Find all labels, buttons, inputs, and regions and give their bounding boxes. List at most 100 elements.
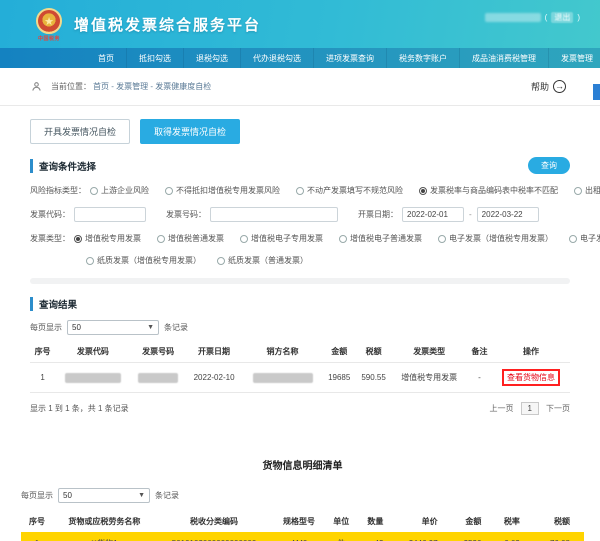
page-number-button[interactable]: 1: [521, 402, 539, 415]
radio-label: 出租不动产发票不规范: [585, 185, 600, 196]
col-tax-rate: 税率: [495, 511, 534, 532]
nav-item-refund-check[interactable]: 退税勾选: [184, 48, 241, 68]
cell-date: 2022-02-10: [186, 363, 242, 393]
radio-type-general[interactable]: 增值税普通发票: [157, 233, 224, 244]
nav-item-oil-tax-management[interactable]: 成品油消费税管理: [460, 48, 549, 68]
col-tax: 税额: [356, 341, 392, 363]
date-range-dash: -: [469, 210, 472, 219]
radio-label: 电子发票（增值税专用发票）: [449, 233, 553, 244]
invoice-type-row: 发票类型： 增值税专用发票 增值税普通发票 增值税电子专用发票 增值税电子普通发…: [30, 233, 570, 244]
detail-header-row: 序号 货物或应税劳务名称 税收分类编码 规格型号 单位 数量 单价 金额 税率 …: [21, 511, 584, 532]
nav-item-agent-refund-check[interactable]: 代办退税勾选: [241, 48, 314, 68]
radio-type-e-general[interactable]: 增值税电子普通发票: [339, 233, 422, 244]
radio-type-e-special[interactable]: 增值税电子专用发票: [240, 233, 323, 244]
radio-type-paper-general[interactable]: 纸质发票（普通发票）: [217, 255, 308, 266]
results-header-row: 序号 发票代码 发票号码 开票日期 销方名称 金额 税额 发票类型 备注 操作: [30, 341, 570, 363]
radio-label: 纸质发票（增值税专用发票）: [97, 255, 201, 266]
side-float-widget[interactable]: [593, 84, 600, 100]
radio-icon: [574, 187, 582, 195]
risk-type-label: 风险指标类型：: [30, 185, 86, 196]
breadcrumb-path[interactable]: 首页 - 发票管理 - 发票健康度自检: [93, 81, 211, 92]
cell-action: 查看货物信息: [492, 363, 570, 393]
seller-name-redacted: [253, 373, 313, 383]
detail-table-body: 1**货物15010103000000000000AM0件432446.9725…: [21, 532, 584, 541]
breadcrumb-label: 当前位置：: [51, 81, 91, 92]
col-amount: 金额: [323, 341, 356, 363]
radio-label: 不得抵扣增值税专用发票风险: [176, 185, 280, 196]
pagesize-select[interactable]: 50 ▼: [67, 320, 159, 335]
radio-label: 增值税普通发票: [168, 233, 224, 244]
chevron-down-icon: ▼: [147, 324, 154, 331]
table-cell: 5010103000000000000: [156, 532, 273, 541]
invoice-code-input[interactable]: [74, 207, 146, 222]
invoice-type-row-2: 纸质发票（增值税专用发票） 纸质发票（普通发票）: [86, 255, 570, 266]
table-row: 1**货物15010103000000000000AM0件432446.9725…: [21, 532, 584, 541]
radio-label: 增值税专用发票: [85, 233, 141, 244]
invoice-no-redacted: [138, 373, 178, 383]
col-spec: 规格型号: [272, 511, 325, 532]
col-tax-class-code: 税收分类编码: [156, 511, 273, 532]
paren-open: (: [545, 13, 548, 22]
col-quantity: 数量: [357, 511, 398, 532]
cell-tax: 590.55: [356, 363, 392, 393]
radio-icon: [217, 257, 225, 265]
radio-rent-realestate-risk[interactable]: 出租不动产发票不规范: [574, 185, 600, 196]
tab-received-invoice-check[interactable]: 取得发票情况自检: [140, 119, 240, 144]
invoice-type-label: 发票类型：: [30, 233, 70, 244]
view-goods-info-link[interactable]: 查看货物信息: [502, 369, 560, 386]
radio-non-deductible-risk[interactable]: 不得抵扣增值税专用发票风险: [165, 185, 280, 196]
radio-realestate-fill-risk[interactable]: 不动产发票填写不规范风险: [296, 185, 403, 196]
invoice-code-label: 发票代码：: [30, 209, 70, 220]
radio-icon: [240, 235, 248, 243]
radio-label: 发票税率与商品编码表中税率不匹配: [430, 185, 558, 196]
col-type: 发票类型: [391, 341, 466, 363]
table-cell: 0.03: [495, 532, 534, 541]
nav-item-tax-digital-account[interactable]: 税务数字账户: [387, 48, 460, 68]
radio-type-special[interactable]: 增值税专用发票: [74, 233, 141, 244]
date-to-input[interactable]: [477, 207, 539, 222]
prev-page-button[interactable]: 上一页: [490, 403, 514, 414]
nav-item-invoice-management[interactable]: 发票管理: [549, 48, 600, 68]
invoice-no-input[interactable]: [210, 207, 338, 222]
section-divider: [30, 278, 570, 284]
radio-label: 上游企业风险: [101, 185, 149, 196]
radio-rate-mismatch-risk[interactable]: 发票税率与商品编码表中税率不匹配: [419, 185, 558, 196]
nav-item-home[interactable]: 首页: [86, 48, 127, 68]
col-tax-amount: 税额: [534, 511, 584, 532]
invoice-fields-row: 发票代码： 发票号码： 开票日期： -: [30, 207, 570, 222]
radio-upstream-risk[interactable]: 上游企业风险: [90, 185, 149, 196]
main-nav: 首页 抵扣勾选 退税勾选 代办退税勾选 进项发票查询 税务数字账户 成品油消费税…: [0, 48, 600, 68]
nav-item-deduction-check[interactable]: 抵扣勾选: [127, 48, 184, 68]
radio-type-einvoice-general[interactable]: 电子发票（普通发票）: [569, 233, 600, 244]
cell-invoice-no: [131, 363, 186, 393]
results-summary-row: 显示 1 到 1 条，共 1 条记录 上一页 1 下一页: [30, 402, 570, 415]
col-date: 开票日期: [186, 341, 242, 363]
app-title: 增值税发票综合服务平台: [74, 14, 261, 35]
table-cell: 76.08: [534, 532, 584, 541]
help-label: 帮助: [531, 80, 549, 93]
radio-icon: [90, 187, 98, 195]
nav-item-input-invoice-query[interactable]: 进项发票查询: [314, 48, 387, 68]
risk-type-row: 风险指标类型： 上游企业风险 不得抵扣增值税专用发票风险 不动产发票填写不规范风…: [30, 185, 570, 196]
logout-link[interactable]: 退出: [551, 12, 573, 23]
cell-seq: 1: [30, 363, 55, 393]
cell-remark: -: [467, 363, 492, 393]
radio-type-paper-special[interactable]: 纸质发票（增值税专用发票）: [86, 255, 201, 266]
table-cell: **货物1: [53, 532, 156, 541]
radio-type-einvoice-special[interactable]: 电子发票（增值税专用发票）: [438, 233, 553, 244]
col-action: 操作: [492, 341, 570, 363]
next-page-button[interactable]: 下一页: [546, 403, 570, 414]
detail-pagesize-select[interactable]: 50 ▼: [58, 488, 150, 503]
chevron-down-icon: ▼: [138, 492, 145, 499]
col-seq: 序号: [30, 341, 55, 363]
date-from-input[interactable]: [402, 207, 464, 222]
radio-icon: [157, 235, 165, 243]
invoice-date-label: 开票日期：: [358, 209, 398, 220]
records-label: 条记录: [164, 322, 188, 333]
records-label: 条记录: [155, 490, 179, 501]
help-button[interactable]: 帮助 →: [531, 80, 566, 93]
table-cell: AM0: [272, 532, 325, 541]
tab-issued-invoice-check[interactable]: 开具发票情况自检: [30, 119, 130, 144]
search-button[interactable]: 查询: [528, 157, 570, 174]
results-table: 序号 发票代码 发票号码 开票日期 销方名称 金额 税额 发票类型 备注 操作 …: [30, 341, 570, 393]
